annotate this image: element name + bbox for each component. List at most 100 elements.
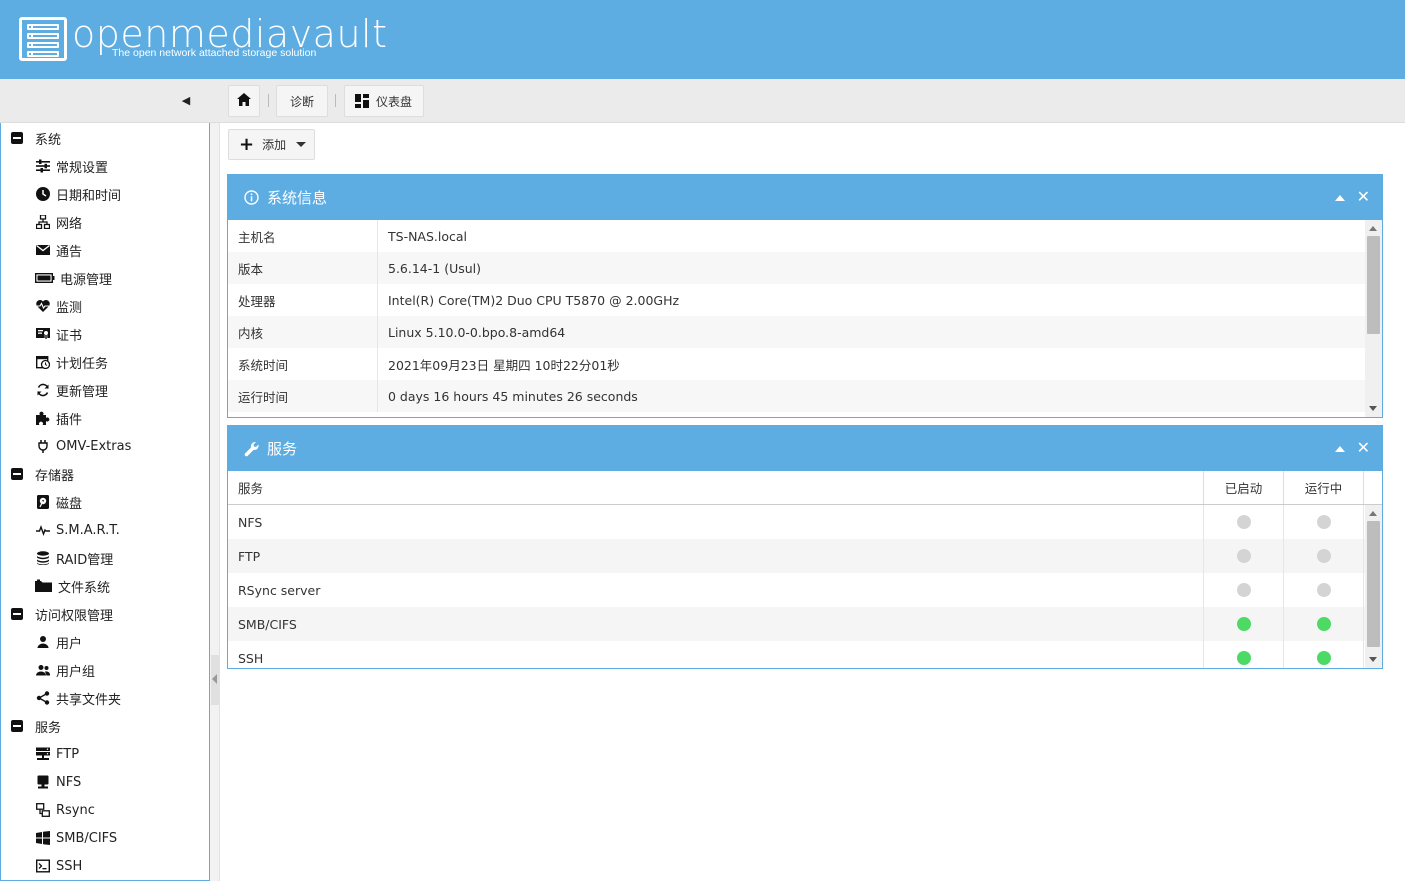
table-row: 版本 5.6.14-1 (Usul) [228,252,1365,284]
nav-group-services[interactable]: 服务 [1,712,209,740]
system-info-grid: 主机名 TS-NAS.local 版本 5.6.14-1 (Usul) 处理器 Int… [228,220,1382,417]
collapse-icon [11,720,23,732]
scroll-thumb[interactable] [1367,521,1380,647]
nav-group-system[interactable]: 系统 [1,124,209,152]
sidebar-splitter[interactable] [210,123,220,881]
table-row[interactable]: SMB/CIFS [228,607,1382,641]
column-header-service[interactable]: 服务 [228,471,1204,504]
collapse-panel-icon[interactable] [1334,446,1345,452]
nav-item-general-settings[interactable]: 常规设置 [1,152,209,180]
system-info-scrollbar[interactable] [1365,220,1382,417]
breadcrumb-bar: ◀ 诊断 仪表盘 [0,79,1405,123]
column-header-running[interactable]: 运行中 [1284,471,1364,504]
folder-icon [35,578,53,594]
table-row: 运行时间 0 days 16 hours 45 minutes 26 second… [228,380,1365,412]
table-row: 系统时间 2021年09月23日 星期四 10时22分01秒 [228,348,1365,380]
table-row: 内核 Linux 5.10.0-0.bpo.8-amd64 [228,316,1365,348]
status-dot-enabled [1236,583,1251,597]
breadcrumb-item-dashboard[interactable]: 仪表盘 [344,85,424,117]
nav-item-update-management[interactable]: 更新管理 [1,376,209,404]
clock-icon [35,186,51,202]
status-dot-running [1316,583,1331,597]
nav-group-storage[interactable]: 存储器 [1,460,209,488]
breadcrumb-item-diagnostics[interactable]: 诊断 [276,85,328,117]
system-info-rows: 主机名 TS-NAS.local 版本 5.6.14-1 (Usul) 处理器 Int… [228,220,1365,412]
scroll-up-icon[interactable] [1369,226,1377,231]
table-row[interactable]: NFS [228,505,1382,539]
nav-item-file-systems[interactable]: 文件系统 [1,572,209,600]
add-widget-button[interactable]: + 添加 [228,129,315,160]
nav-item-network[interactable]: 网络 [1,208,209,236]
server-icon [35,746,51,762]
app-header: openmediavault The open network attached… [0,0,1405,79]
nav-item-certificates[interactable]: 证书 [1,320,209,348]
scroll-thumb[interactable] [1367,236,1380,334]
heartbeat-icon [35,298,51,314]
scroll-down-icon[interactable] [1369,657,1377,662]
envelope-icon [35,242,51,258]
collapse-panel-icon[interactable] [1334,195,1345,201]
status-dot-enabled [1236,549,1251,563]
close-icon[interactable]: ✕ [1357,189,1370,205]
nav-item-scheduled-jobs[interactable]: 计划任务 [1,348,209,376]
nav-item-shared-folders[interactable]: 共享文件夹 [1,684,209,712]
nav-item-plugins[interactable]: 插件 [1,404,209,432]
dashboard-icon [355,94,369,108]
system-info-header: 系统信息 ✕ [228,175,1382,220]
nav-item-users[interactable]: 用户 [1,628,209,656]
share-icon [35,690,51,706]
nav-item-power-management[interactable]: 电源管理 [1,264,209,292]
network-icon [35,214,51,230]
status-dot-running [1316,515,1331,529]
pulse-icon [35,522,51,538]
scroll-down-icon[interactable] [1369,406,1377,411]
info-icon [244,190,260,206]
logo-icon [19,17,67,61]
navigation-sidebar: 系统 常规设置 日期和时间 网络 通告 电源管理 监测 证书 计划任务 更新管理… [0,123,210,881]
collapse-sidebar-icon[interactable]: ◀ [178,93,194,109]
splitter-collapse-icon[interactable] [212,674,217,684]
status-dot-running [1316,549,1331,563]
column-header-enabled[interactable]: 已启动 [1204,471,1284,504]
terminal-icon [35,858,51,874]
services-rows: NFS FTP RSync server SMB/CIFS SSH [228,505,1382,668]
table-row[interactable]: SSH [228,641,1382,668]
nav-item-date-time[interactable]: 日期和时间 [1,180,209,208]
nav-item-smb-cifs[interactable]: SMB/CIFS [1,824,209,852]
nav-item-ftp[interactable]: FTP [1,740,209,768]
table-row: 主机名 TS-NAS.local [228,220,1365,252]
status-dot-running [1316,651,1331,665]
collapse-icon [11,608,23,620]
home-icon [237,93,251,109]
nav-item-smart[interactable]: S.M.A.R.T. [1,516,209,544]
nav-item-omv-extras[interactable]: OMV-Extras [1,432,209,460]
nav-item-disks[interactable]: 磁盘 [1,488,209,516]
status-dot-enabled [1236,515,1251,529]
services-scrollbar[interactable] [1365,505,1382,668]
nav-item-raid-management[interactable]: RAID管理 [1,544,209,572]
plug-icon [35,438,51,454]
system-info-title: 系统信息 [267,189,328,207]
status-dot-enabled [1236,651,1251,665]
nav-group-access-rights[interactable]: 访问权限管理 [1,600,209,628]
refresh-icon [35,382,51,398]
nav-item-rsync[interactable]: Rsync [1,796,209,824]
nav-item-notification[interactable]: 通告 [1,236,209,264]
windows-icon [35,830,51,846]
nav-item-monitoring[interactable]: 监测 [1,292,209,320]
table-row[interactable]: RSync server [228,573,1382,607]
sliders-icon [35,158,51,174]
sync-network-icon [35,802,51,818]
user-icon [35,634,51,650]
table-row: 处理器 Intel(R) Core(TM)2 Duo CPU T5870 @ 2.… [228,284,1365,316]
close-icon[interactable]: ✕ [1357,440,1370,456]
scroll-up-icon[interactable] [1369,511,1377,516]
wrench-icon [244,441,260,457]
nav-item-groups[interactable]: 用户组 [1,656,209,684]
breadcrumb-home[interactable] [228,85,260,117]
nav-item-ssh[interactable]: SSH [1,852,209,880]
battery-icon [35,270,55,286]
nav-item-nfs[interactable]: NFS [1,768,209,796]
table-row[interactable]: FTP [228,539,1382,573]
certificate-icon [35,326,51,342]
